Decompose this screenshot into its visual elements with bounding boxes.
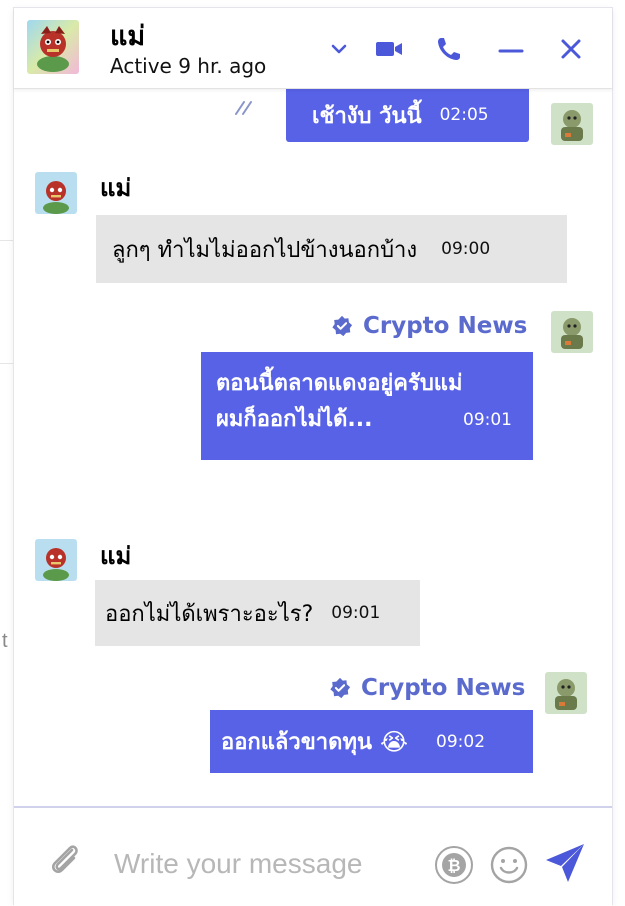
- message-sender-name: Crypto News: [331, 313, 527, 339]
- message-text-line: ตอนนี้ตลาดแดงอยู่ครับแม่: [216, 371, 463, 396]
- contact-avatar-small[interactable]: [35, 172, 77, 214]
- verified-badge-icon: [329, 677, 361, 699]
- message-bubble-incoming[interactable]: ออกไม่ได้เพราะอะไร? 09:01: [95, 580, 420, 646]
- phone-icon[interactable]: [432, 32, 466, 66]
- user-avatar[interactable]: [551, 103, 593, 145]
- message-text: ลูกๆ ทำไมไม่ออกไปข้างนอกบ้าง: [112, 237, 418, 263]
- message-bubble-outgoing[interactable]: ตอนนี้ตลาดแดงอยู่ครับแม่ ผมก็ออกไม่ได้..…: [201, 352, 533, 460]
- crying-emoji: 😭: [379, 727, 409, 756]
- message-text: ออกไม่ได้เพราะอะไร?: [105, 601, 314, 627]
- video-call-icon[interactable]: [372, 32, 406, 66]
- message-text: เช้างับ วันนี้: [312, 103, 422, 129]
- attachment-icon[interactable]: [46, 840, 84, 878]
- contact-avatar[interactable]: [27, 20, 79, 74]
- message-bubble-outgoing[interactable]: ออกแล้วขาดทุน 😭 09:02: [210, 710, 533, 773]
- background-divider: [0, 240, 14, 241]
- message-input[interactable]: [114, 848, 414, 880]
- message-time: 09:00: [441, 239, 491, 259]
- chat-window: แม่ Active 9 hr. ago เช้างับ วันนี้ 02:0…: [14, 8, 612, 906]
- message-time: 02:05: [439, 105, 489, 125]
- background-fragment: t: [2, 630, 8, 652]
- minimize-icon[interactable]: [494, 32, 528, 66]
- message-time: 09:01: [463, 410, 512, 430]
- send-icon[interactable]: [542, 840, 588, 886]
- message-time: 09:02: [436, 731, 486, 752]
- contact-status: Active 9 hr. ago: [110, 54, 267, 78]
- chevron-down-icon[interactable]: [322, 32, 356, 66]
- verified-badge-icon: [331, 315, 363, 337]
- message-text: ออกแล้วขาดทุน: [221, 730, 372, 755]
- message-bubble-incoming[interactable]: ลูกๆ ทำไมไม่ออกไปข้างนอกบ้าง 09:00: [96, 215, 567, 283]
- svg-text:₿: ₿: [447, 856, 460, 875]
- bitcoin-icon[interactable]: ₿: [433, 844, 475, 886]
- message-bubble-outgoing[interactable]: เช้างับ วันนี้ 02:05: [286, 88, 529, 142]
- contact-avatar-small[interactable]: [35, 539, 77, 581]
- background-divider: [0, 363, 14, 364]
- message-sender-name: แม่: [100, 174, 132, 202]
- message-sender-name: แม่: [100, 542, 132, 570]
- message-text-line: ผมก็ออกไม่ได้...: [216, 407, 373, 432]
- user-avatar[interactable]: [551, 311, 593, 353]
- read-receipt-icon: [234, 96, 266, 120]
- chat-header: แม่ Active 9 hr. ago: [14, 8, 612, 89]
- message-composer: ₿: [14, 806, 612, 906]
- close-icon[interactable]: [554, 32, 588, 66]
- contact-name: แม่: [110, 21, 146, 52]
- user-avatar[interactable]: [545, 672, 587, 714]
- emoji-icon[interactable]: [488, 844, 530, 886]
- message-sender-name: Crypto News: [329, 675, 525, 701]
- message-time: 09:01: [331, 603, 381, 623]
